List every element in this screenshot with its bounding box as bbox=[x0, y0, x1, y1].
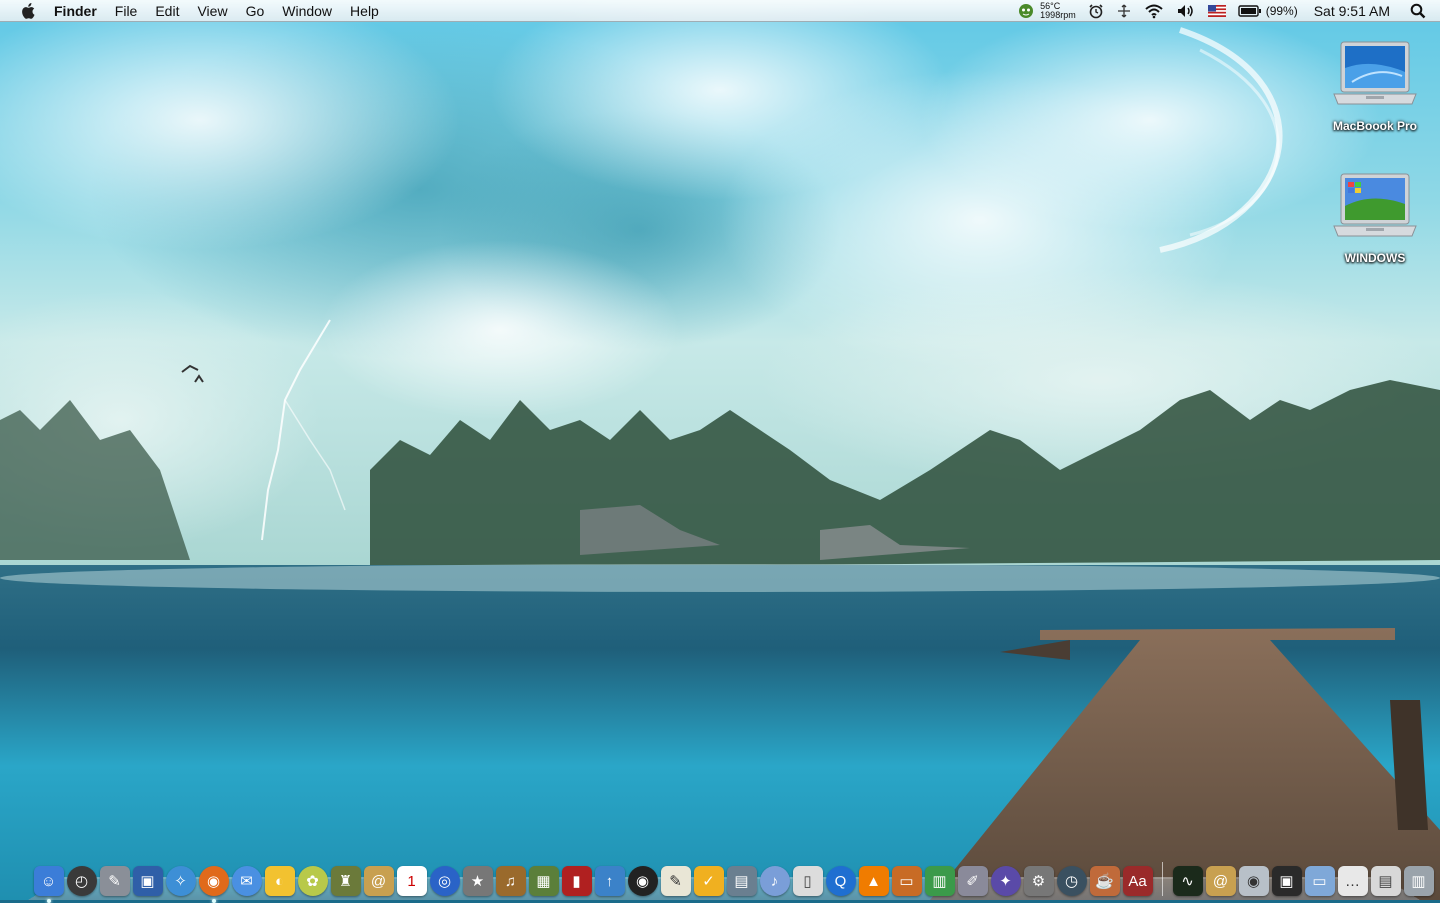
preview-dock-icon[interactable]: ▣ bbox=[133, 866, 163, 896]
photo-booth-dock-icon[interactable]: ▮ bbox=[562, 866, 592, 896]
address-book-dock-icon[interactable]: @ bbox=[364, 866, 394, 896]
laptop-drive-icon bbox=[1320, 38, 1430, 117]
ichat-dock-icon[interactable]: ✉ bbox=[232, 866, 262, 896]
iphoto-dock-icon[interactable]: ▦ bbox=[529, 866, 559, 896]
ipod-dock-icon[interactable]: ▯ bbox=[793, 866, 823, 896]
menu-edit[interactable]: Edit bbox=[146, 0, 188, 22]
vlc-dock-icon[interactable]: ▲ bbox=[859, 866, 889, 896]
dvd-dock-icon[interactable]: ◎ bbox=[430, 866, 460, 896]
disk-utility-dock-icon[interactable]: ◉ bbox=[1239, 866, 1269, 896]
dictionary-dock-icon[interactable]: Aa bbox=[1123, 866, 1153, 896]
flickr-uploader-dock-icon[interactable]: ↑ bbox=[595, 866, 625, 896]
imovie-star-dock-icon[interactable]: ★ bbox=[463, 866, 493, 896]
mail-alt-dock-icon[interactable]: ✿ bbox=[298, 866, 328, 896]
wifi-icon[interactable] bbox=[1144, 0, 1164, 22]
documents-stack-dock-icon[interactable]: … bbox=[1338, 866, 1368, 896]
adium-dock-icon[interactable]: ◐ bbox=[265, 866, 295, 896]
battery-percent: (99%) bbox=[1266, 4, 1298, 18]
input-source-flag-icon[interactable] bbox=[1208, 0, 1226, 22]
quicktime-dock-icon[interactable]: Q bbox=[826, 866, 856, 896]
finder-dock-icon[interactable]: ☺ bbox=[34, 866, 64, 896]
presentation-dock-icon[interactable]: ▭ bbox=[892, 866, 922, 896]
desktop-icon-windows[interactable]: WINDOWS bbox=[1320, 170, 1430, 265]
menu-bar: Finder File Edit View Go Window Help 56°… bbox=[0, 0, 1440, 22]
keynote-dock-icon[interactable]: ▤ bbox=[727, 866, 757, 896]
temperature-readout[interactable]: 56°C 1998rpm bbox=[1040, 2, 1076, 20]
applications-folder-dock-icon[interactable]: ▭ bbox=[1305, 866, 1335, 896]
directory-utility-dock-icon[interactable]: ✦ bbox=[991, 866, 1021, 896]
time-machine-dock-icon[interactable]: ◷ bbox=[1057, 866, 1087, 896]
menu-view[interactable]: View bbox=[188, 0, 236, 22]
spotlight-search-icon[interactable] bbox=[1410, 0, 1426, 22]
fan-speed-value: 1998rpm bbox=[1040, 11, 1076, 20]
dock-separator bbox=[1162, 862, 1163, 896]
script-editor-dock-icon[interactable]: ✐ bbox=[958, 866, 988, 896]
volume-icon[interactable] bbox=[1176, 0, 1196, 22]
hardware-monitor-icon[interactable] bbox=[1018, 0, 1034, 22]
desktop-wallpaper bbox=[0, 0, 1440, 900]
battery-icon[interactable]: (99%) bbox=[1238, 0, 1298, 22]
numbers-dock-icon[interactable]: ▥ bbox=[925, 866, 955, 896]
firefox-dock-icon[interactable]: ◉ bbox=[199, 866, 229, 896]
address-book-stack-dock-icon[interactable]: @ bbox=[1206, 866, 1236, 896]
menu-go[interactable]: Go bbox=[237, 0, 274, 22]
automator-dock-icon[interactable]: ✎ bbox=[100, 866, 130, 896]
menu-help[interactable]: Help bbox=[341, 0, 388, 22]
system-preferences-dock-icon[interactable]: ⚙ bbox=[1024, 866, 1054, 896]
itunes-dock-icon[interactable]: ♪ bbox=[760, 866, 790, 896]
safari-dock-icon[interactable]: ✧ bbox=[166, 866, 196, 896]
apple-menu-icon[interactable] bbox=[18, 0, 38, 22]
bluetooth-sync-icon[interactable] bbox=[1116, 0, 1132, 22]
windows-drive-icon bbox=[1320, 170, 1430, 249]
activity-monitor-dock-icon[interactable]: ∿ bbox=[1173, 866, 1203, 896]
desktop-icon-label: WINDOWS bbox=[1320, 251, 1430, 265]
dock-items: ☺ ◴ ✎ ▣ ✧ ◉ ✉ ◐ ✿ ♜ @1 ◎ ★ ♫ ▦ ▮ ↑ ◉ ✎ ✓ ▤ ♪ ▯ Q ▲ ▭ ▥ ✐ ✦ ⚙ ◷ ☕ Aa ∿ @ ◉ ▣ ▭… bbox=[32, 856, 1435, 896]
garageband-dock-icon[interactable]: ♫ bbox=[496, 866, 526, 896]
trash-dock-icon[interactable]: ▥ bbox=[1404, 866, 1434, 896]
aperture-dock-icon[interactable]: ◉ bbox=[628, 866, 658, 896]
dock: ☺ ◴ ✎ ▣ ✧ ◉ ✉ ◐ ✿ ♜ @1 ◎ ★ ♫ ▦ ▮ ↑ ◉ ✎ ✓ ▤ ♪ ▯ Q ▲ ▭ ▥ ✐ ✦ ⚙ ◷ ☕ Aa ∿ @ ◉ ▣ ▭… bbox=[28, 852, 1420, 900]
robot-dock-icon[interactable]: ♜ bbox=[331, 866, 361, 896]
coffee-dock-icon[interactable]: ☕ bbox=[1090, 866, 1120, 896]
menu-app-name[interactable]: Finder bbox=[52, 0, 106, 22]
downloads-stack-dock-icon[interactable]: ▤ bbox=[1371, 866, 1401, 896]
dashboard-dock-icon[interactable]: ◴ bbox=[67, 866, 97, 896]
desktop-icon-macbook-pro[interactable]: MacBoook Pro bbox=[1320, 38, 1430, 133]
menu-clock[interactable]: Sat 9:51 AM bbox=[1314, 3, 1390, 19]
pages-dock-icon[interactable]: ✓ bbox=[694, 866, 724, 896]
photo-stack-dock-icon[interactable]: ▣ bbox=[1272, 866, 1302, 896]
desktop-icon-label: MacBoook Pro bbox=[1320, 119, 1430, 133]
ical-dock-icon[interactable]: 1 bbox=[397, 866, 427, 896]
menu-file[interactable]: File bbox=[106, 0, 147, 22]
menu-window[interactable]: Window bbox=[273, 0, 341, 22]
alarm-clock-icon[interactable] bbox=[1088, 0, 1104, 22]
textedit-dock-icon[interactable]: ✎ bbox=[661, 866, 691, 896]
